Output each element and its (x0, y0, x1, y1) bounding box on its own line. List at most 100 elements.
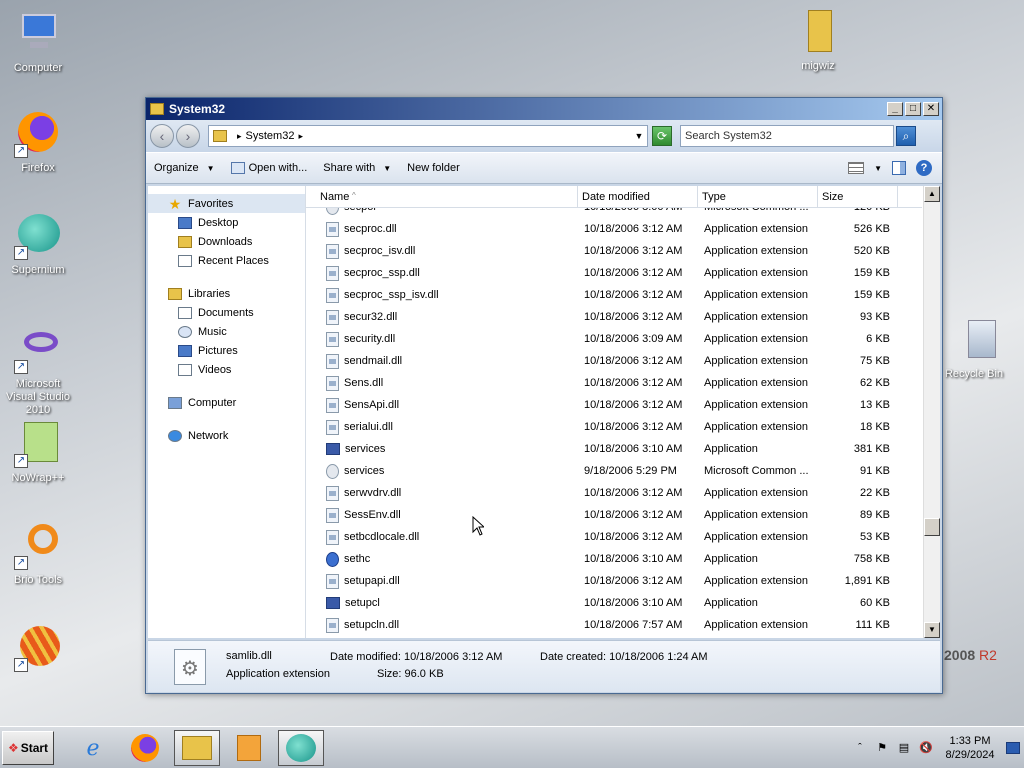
nav-item-pictures[interactable]: Pictures (148, 341, 305, 360)
network-tray-icon[interactable]: ▤ (896, 741, 912, 755)
file-row[interactable]: Sens.dll 10/18/2006 3:12 AM Application ex… (306, 372, 922, 394)
desktop-icon-brio[interactable]: ↗ Brio Tools (0, 522, 76, 587)
supernium-icon: ↗ (14, 212, 62, 260)
desktop-icon-app[interactable]: ↗ (0, 624, 76, 676)
taskbar-media-player[interactable] (226, 730, 272, 766)
open-with-button[interactable]: Open with... (230, 162, 307, 174)
nav-item-desktop[interactable]: Desktop (148, 213, 305, 232)
nav-item-recent-places[interactable]: Recent Places (148, 251, 305, 270)
file-name: secproc.dll (344, 223, 397, 235)
search-icon[interactable]: ⌕ (896, 126, 916, 146)
help-icon[interactable]: ? (916, 160, 932, 176)
file-row[interactable]: SensApi.dll 10/18/2006 3:12 AM Application… (306, 394, 922, 416)
taskbar-firefox[interactable] (122, 730, 168, 766)
nav-item-downloads[interactable]: Downloads (148, 232, 305, 251)
nav-item-favorites[interactable]: ★ Favorites (148, 194, 305, 213)
nav-item-music[interactable]: Music (148, 322, 305, 341)
scroll-down-button[interactable]: ▼ (924, 622, 940, 638)
desktop-icon-firefox[interactable]: ↗ Firefox (0, 110, 76, 175)
vertical-scrollbar[interactable]: ▲ ▼ (923, 186, 940, 638)
desktop-icon-recycle-bin[interactable]: Recycle Bin (936, 316, 1012, 381)
file-date: 10/18/2006 3:12 AM (584, 223, 683, 235)
share-with-button[interactable]: Share with ▼ (323, 162, 391, 174)
recycle-bin-icon (950, 316, 998, 364)
minimize-button[interactable]: _ (887, 102, 903, 116)
show-desktop-button[interactable] (1006, 741, 1020, 754)
view-details-icon[interactable] (848, 162, 865, 174)
nav-item-documents[interactable]: Documents (148, 303, 305, 322)
address-history-dropdown[interactable]: ▼ (631, 131, 647, 141)
taskbar-explorer[interactable] (174, 729, 220, 766)
desktop-icon-visual-studio[interactable]: ↗ Microsoft Visual Studio 2010 (0, 326, 76, 417)
file-row[interactable]: secproc_ssp.dll 10/18/2006 3:12 AM Applica… (306, 262, 922, 284)
column-header-name[interactable]: ^ Name (306, 186, 578, 207)
taskbar-internet-explorer[interactable]: ℯ (70, 730, 116, 766)
file-size: 6 KB (866, 333, 890, 345)
breadcrumb-arrow-icon[interactable]: ▸ (237, 131, 242, 142)
file-row[interactable]: secur32.dll 10/18/2006 3:12 AM Application… (306, 306, 922, 328)
back-button[interactable]: ‹ (150, 124, 174, 148)
scroll-thumb[interactable] (924, 518, 940, 536)
shortcut-arrow-icon: ↗ (14, 360, 28, 374)
maximize-button[interactable]: □ (905, 102, 921, 116)
file-type: Application (704, 443, 758, 455)
file-row[interactable]: setupcl 10/18/2006 3:10 AM Application 60 K… (306, 592, 922, 614)
file-date: 10/18/2006 3:12 AM (584, 245, 683, 257)
column-header-size[interactable]: Size (818, 186, 898, 207)
file-row[interactable]: setupcln.dll 10/18/2006 7:57 AM Applicatio… (306, 614, 922, 636)
file-row[interactable]: serialui.dll 10/18/2006 3:12 AM Applicatio… (306, 416, 922, 438)
file-row[interactable]: security.dll 10/18/2006 3:09 AM Applicatio… (306, 328, 922, 350)
column-header-date-modified[interactable]: Date modified (578, 186, 698, 207)
desktop-icon-nowrap[interactable]: ↗ NoWrap++ (0, 420, 76, 485)
column-header-type[interactable]: Type (698, 186, 818, 207)
desktop-icon-label: Computer (13, 62, 63, 74)
file-date: 10/18/2006 3:12 AM (584, 377, 683, 389)
chevron-down-icon[interactable]: ▼ (874, 164, 882, 173)
file-row[interactable]: setbcdlocale.dll 10/18/2006 3:12 AM Applic… (306, 526, 922, 548)
show-hidden-icons-icon[interactable]: ˆ (852, 741, 868, 755)
file-row[interactable]: secproc.dll 10/18/2006 3:12 AM Application… (306, 218, 922, 240)
file-row[interactable]: sendmail.dll 10/18/2006 3:12 AM Applicatio… (306, 350, 922, 372)
desktop-icon-computer[interactable]: Computer (0, 10, 76, 75)
desktop-icon-supernium[interactable]: ↗ Supernium (0, 212, 76, 277)
clock[interactable]: 1:33 PM 8/29/2024 (940, 734, 1000, 762)
file-name-cell: Sens.dll (306, 375, 578, 391)
file-row[interactable]: serwvdrv.dll 10/18/2006 3:12 AM Applicatio… (306, 482, 922, 504)
chevron-down-icon: ▼ (383, 163, 392, 173)
file-row[interactable]: setupapi.dll 10/18/2006 3:12 AM Applicatio… (306, 570, 922, 592)
search-input[interactable]: Search System32 (680, 125, 894, 147)
file-type: Application extension (704, 333, 808, 345)
scroll-up-button[interactable]: ▲ (924, 186, 940, 202)
organize-button[interactable]: Organize ▼ (154, 162, 215, 174)
volume-muted-icon[interactable]: 🔇 (918, 741, 934, 755)
file-name-cell: secproc.dll (306, 221, 578, 237)
breadcrumb-arrow-icon[interactable]: ▸ (298, 131, 303, 142)
nav-item-videos[interactable]: Videos (148, 360, 305, 379)
forward-button[interactable]: › (176, 124, 200, 148)
file-row[interactable]: SessEnv.dll 10/18/2006 3:12 AM Application… (306, 504, 922, 526)
taskbar-supernium[interactable] (278, 729, 324, 766)
mouse-cursor-icon (472, 516, 484, 536)
file-row[interactable]: services 10/18/2006 3:10 AM Application 381… (306, 438, 922, 460)
nav-item-network[interactable]: Network (148, 426, 305, 445)
file-date: 10/18/2006 3:10 AM (584, 597, 683, 609)
new-folder-button[interactable]: New folder (407, 162, 460, 174)
start-button[interactable]: ❖ Start (2, 730, 54, 765)
file-row[interactable]: secproc_ssp_isv.dll 10/18/2006 3:12 AM App… (306, 284, 922, 306)
refresh-button[interactable]: ⟳ (652, 126, 672, 146)
close-button[interactable]: ✕ (923, 102, 939, 116)
preview-pane-icon[interactable] (892, 161, 906, 175)
nav-item-computer[interactable]: Computer (148, 393, 305, 412)
breadcrumb-system32[interactable]: System32 (246, 130, 295, 142)
file-name: SensApi.dll (344, 399, 400, 411)
address-field[interactable]: ▸ System32 ▸ ▼ (208, 125, 648, 147)
nav-item-libraries[interactable]: Libraries (148, 284, 305, 303)
file-row[interactable]: services 9/18/2006 5:29 PM Microsoft Commo… (306, 460, 922, 482)
pictures-icon (178, 344, 192, 357)
title-bar[interactable]: System32 _ □ ✕ (146, 98, 942, 120)
file-row[interactable]: sethc 10/18/2006 3:10 AM Application 758 KB (306, 548, 922, 570)
file-size: 381 KB (853, 443, 890, 455)
file-row[interactable]: secproc_isv.dll 10/18/2006 3:12 AM Applica… (306, 240, 922, 262)
action-center-flag-icon[interactable]: ⚑ (874, 741, 890, 755)
desktop-icon-migwiz[interactable]: migwiz (780, 8, 856, 73)
